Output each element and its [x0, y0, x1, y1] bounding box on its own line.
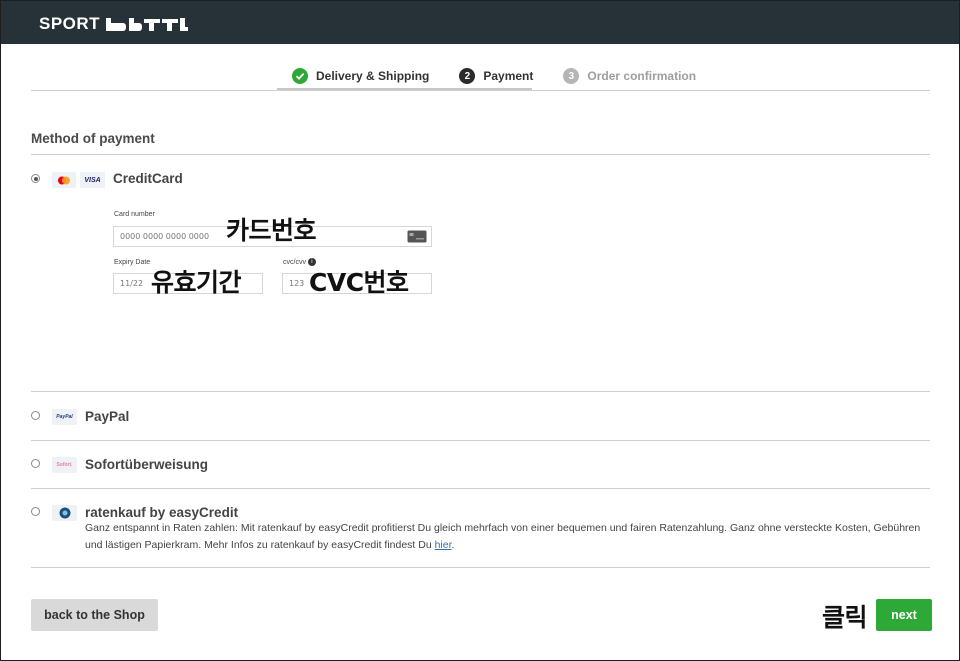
- credit-card-icon: [407, 230, 427, 243]
- overlay-card-number: 카드번호: [226, 216, 317, 245]
- creditcard-label[interactable]: CreditCard: [113, 171, 183, 186]
- card-number-placeholder: 0000 0000 0000 0000: [120, 232, 210, 241]
- sofort-label[interactable]: Sofortüberweisung: [85, 457, 208, 472]
- sofort-icon: Sofort.: [52, 457, 77, 473]
- paypal-radio[interactable]: [31, 411, 40, 420]
- window-frame: [0, 0, 960, 661]
- check-icon: [292, 68, 308, 84]
- divider: [31, 154, 930, 155]
- paypal-icon: PayPal: [52, 409, 77, 425]
- expiry-placeholder: 11/22: [120, 279, 144, 288]
- bittl-logo-mark: [106, 18, 189, 31]
- step-order-confirmation: 3 Order confirmation: [548, 63, 711, 89]
- cvc-placeholder: 123: [289, 279, 305, 288]
- top-bar: SPORT: [1, 1, 959, 44]
- checkout-steps: Delivery & Shipping 2 Payment 3 Order co…: [277, 63, 711, 91]
- easycredit-icon: [52, 505, 77, 521]
- section-title: Method of payment: [31, 131, 155, 146]
- overlay-expiry: 유효기간: [151, 268, 242, 297]
- step-number: 3: [563, 68, 580, 84]
- easycredit-radio[interactable]: [31, 507, 40, 516]
- step-label: Payment: [483, 69, 534, 83]
- step-delivery[interactable]: Delivery & Shipping: [277, 63, 444, 89]
- overlay-cvc: CVC번호: [309, 268, 409, 297]
- logo-text: SPORT: [39, 14, 101, 33]
- step-number: 2: [459, 68, 476, 84]
- cvc-label: cvc/cvv: [283, 258, 306, 266]
- divider: [31, 90, 930, 91]
- overlay-click: 클릭: [822, 603, 868, 632]
- next-button[interactable]: next: [876, 599, 932, 631]
- divider: [31, 440, 930, 441]
- brand-logo[interactable]: SPORT: [39, 14, 189, 34]
- creditcard-radio[interactable]: [31, 174, 40, 183]
- card-number-label: Card number: [114, 211, 155, 218]
- visa-icon: VISA: [80, 172, 105, 188]
- step-label: Delivery & Shipping: [316, 69, 430, 83]
- divider: [31, 391, 930, 392]
- sofort-radio[interactable]: [31, 459, 40, 468]
- easycredit-info-link[interactable]: hier: [435, 539, 452, 551]
- easycredit-description: Ganz entspannt in Raten zahlen: Mit rate…: [85, 522, 921, 551]
- step-label: Order confirmation: [587, 69, 697, 83]
- step-payment[interactable]: 2 Payment: [444, 63, 548, 89]
- expiry-label: Expiry Date: [114, 259, 151, 266]
- easycredit-description-text: Ganz entspannt in Raten zahlen: Mit rate…: [85, 522, 921, 551]
- back-to-shop-button[interactable]: back to the Shop: [31, 599, 158, 631]
- paypal-label[interactable]: PayPal: [85, 409, 129, 424]
- divider: [31, 488, 930, 489]
- mastercard-icon: [52, 172, 76, 188]
- easycredit-label[interactable]: ratenkauf by easyCredit: [85, 505, 238, 520]
- divider: [31, 567, 930, 568]
